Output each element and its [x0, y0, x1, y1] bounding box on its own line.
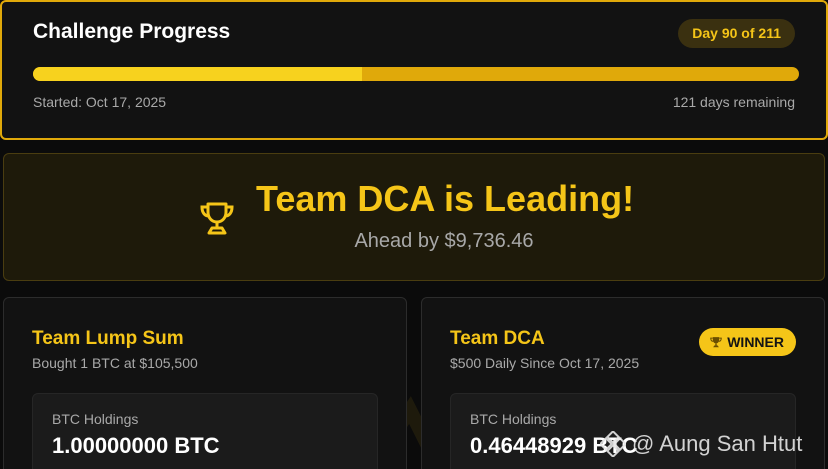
trophy-icon: [710, 337, 722, 348]
btc-holdings-box: BTC Holdings 1.00000000 BTC: [32, 393, 378, 469]
day-badge: Day 90 of 211: [678, 19, 795, 48]
progress-bar: [33, 67, 799, 81]
progress-bar-fill: [33, 67, 363, 81]
challenge-progress-card: Challenge Progress Day 90 of 211 Started…: [0, 0, 828, 140]
progress-title: Challenge Progress: [33, 20, 231, 43]
team-subtitle: $500 Daily Since Oct 17, 2025: [450, 355, 640, 371]
binance-logo-icon: [600, 431, 626, 457]
leader-banner: Team DCA is Leading! Ahead by $9,736.46: [3, 153, 825, 281]
leader-title: Team DCA is Leading!: [256, 178, 635, 219]
watermark-text: @ Aung San Htut: [632, 431, 803, 456]
winner-badge: WINNER: [699, 328, 796, 356]
team-name: Team Lump Sum: [32, 328, 184, 349]
holdings-value: 1.00000000 BTC: [52, 433, 220, 458]
team-subtitle: Bought 1 BTC at $105,500: [32, 355, 198, 371]
holdings-label: BTC Holdings: [470, 411, 557, 427]
holdings-label: BTC Holdings: [52, 411, 139, 427]
winner-label: WINNER: [727, 334, 784, 350]
start-date: Started: Oct 17, 2025: [33, 94, 167, 110]
watermark: @ Aung San Htut: [600, 431, 802, 457]
team-lump-sum-card: Team Lump Sum Bought 1 BTC at $105,500 B…: [3, 297, 407, 469]
team-name: Team DCA: [450, 328, 545, 349]
leader-margin: Ahead by $9,736.46: [354, 230, 534, 252]
days-remaining: 121 days remaining: [672, 94, 795, 110]
